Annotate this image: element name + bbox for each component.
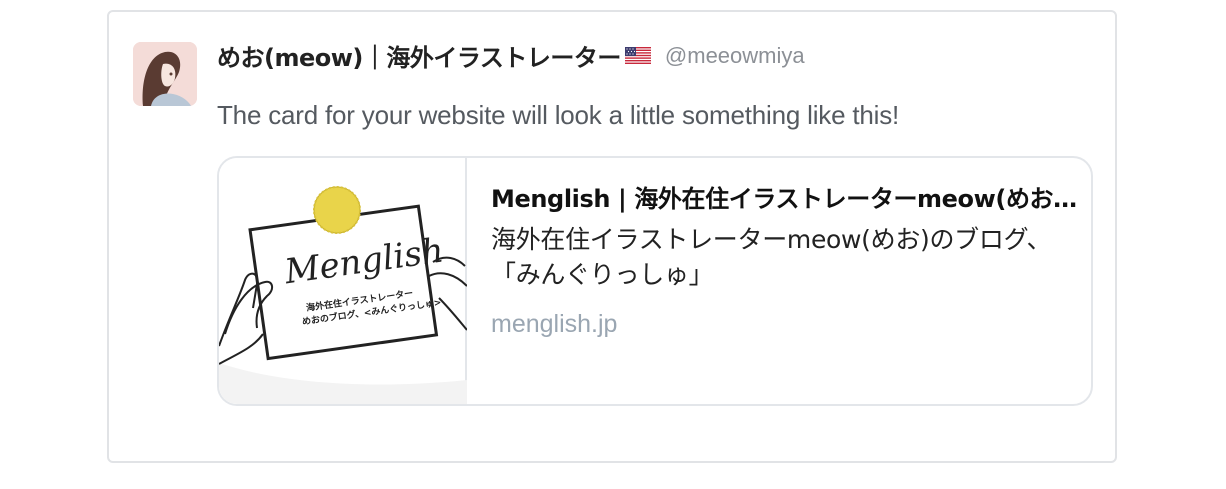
author-handle[interactable]: @meeowmiya xyxy=(665,43,805,69)
tweet-embed: めお(meow)｜海外イラストレーター @meeowmiya The card … xyxy=(107,10,1117,463)
card-illustration: Menglish 海外在住イラストレーター めおのブログ、<みんぐりっしゅ> xyxy=(219,186,468,404)
avatar-illustration-icon xyxy=(133,42,197,106)
card-image: Menglish 海外在住イラストレーター めおのブログ、<みんぐりっしゅ> xyxy=(219,158,468,404)
link-card[interactable]: Menglish 海外在住イラストレーター めおのブログ、<みんぐりっしゅ> M… xyxy=(217,156,1093,406)
tweet-header: めお(meow)｜海外イラストレーター @meeowmiya xyxy=(217,38,805,73)
author-display-name[interactable]: めお(meow)｜海外イラストレーター xyxy=(217,38,621,73)
avatar[interactable] xyxy=(133,42,197,106)
card-domain[interactable]: menglish.jp xyxy=(491,309,1085,339)
card-body: Menglish | 海外在住イラストレーターmeow(めお)のブログ 海外在住… xyxy=(491,182,1085,339)
tweet-text: The card for your website will look a li… xyxy=(217,100,900,130)
card-description: 海外在住イラストレーターmeow(めお)のブログ、「みんぐりっしゅ」 xyxy=(491,225,1052,289)
card-title[interactable]: Menglish | 海外在住イラストレーターmeow(めお)のブログ xyxy=(491,182,1085,216)
us-flag-icon xyxy=(624,47,651,64)
